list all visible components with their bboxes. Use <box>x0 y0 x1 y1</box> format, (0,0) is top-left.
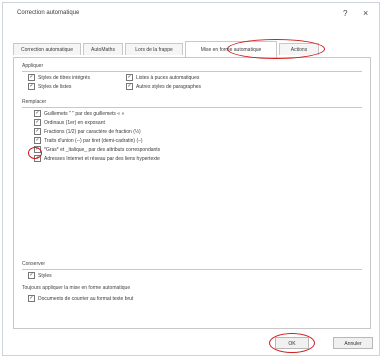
dialog-title: Correction automatique <box>17 10 80 16</box>
help-icon[interactable]: ? <box>343 9 347 18</box>
checkbox-icon: ✓ <box>28 295 35 302</box>
checkbox-label: Documents de courrier au format texte br… <box>38 295 134 302</box>
section-label-remplacer: Remplacer <box>22 99 47 105</box>
checkbox-traits-union[interactable]: ✓ Traits d'union (--) par tiret (demi-ca… <box>34 137 143 144</box>
checkbox-icon: ✓ <box>34 128 41 135</box>
checkbox-label: Traits d'union (--) par tiret (demi-cadr… <box>44 137 143 144</box>
checkbox-styles-listes[interactable]: ✓ Styles de listes <box>28 83 71 90</box>
tab-lors-de-la-frappe[interactable]: Lors de la frappe <box>125 43 183 55</box>
section-label-toujours: Toujours appliquer la mise en forme auto… <box>22 285 131 291</box>
checkbox-label: Fractions (1/2) par caractère de fractio… <box>44 128 141 135</box>
checkbox-listes-puces[interactable]: ✓ Listes à puces automatiques <box>126 74 199 81</box>
checkbox-label: *Gras* et _italique_ par des attributs c… <box>44 146 161 153</box>
tab-correction-automatique[interactable]: Correction automatique <box>13 43 81 55</box>
checkbox-icon: ✓ <box>28 272 35 279</box>
checkbox-autres-styles[interactable]: ✓ Autres styles de paragraphes <box>126 83 201 90</box>
checkbox-icon: ✓ <box>34 119 41 126</box>
tab-highlight-ring <box>227 39 325 59</box>
ok-button[interactable]: OK <box>275 337 309 349</box>
checkbox-guillemets[interactable]: ✓ Guillemets " " par des guillemets « » <box>34 110 124 117</box>
checkbox-highlight-ring <box>28 147 42 159</box>
checkbox-icon: ✓ <box>28 83 35 90</box>
checkbox-label: Autres styles de paragraphes <box>136 83 202 90</box>
section-label-conserver: Conserver <box>22 261 46 267</box>
checkbox-adresses-internet[interactable]: ✓ Adresses Internet et réseau par des li… <box>34 155 160 162</box>
title-bar: Correction automatique ? × <box>3 3 379 25</box>
checkbox-label: Listes à puces automatiques <box>136 74 200 81</box>
divider <box>22 71 362 72</box>
autocorrect-dialog: Correction automatique ? × Correction au… <box>2 2 380 356</box>
tab-automaths[interactable]: AutoMaths <box>83 43 123 55</box>
checkbox-documents-courrier[interactable]: ✓ Documents de courrier au format texte … <box>28 295 133 302</box>
cancel-button[interactable]: Annuler <box>333 337 373 349</box>
checkbox-fractions[interactable]: ✓ Fractions (1/2) par caractère de fract… <box>34 128 141 135</box>
checkbox-label: Styles de listes <box>38 83 72 90</box>
checkbox-icon: ✓ <box>126 83 133 90</box>
checkbox-label: Adresses Internet et réseau par des lien… <box>44 155 160 162</box>
checkbox-label: Guillemets " " par des guillemets « » <box>44 110 125 117</box>
checkbox-icon: ✓ <box>34 110 41 117</box>
close-icon[interactable]: × <box>363 8 368 18</box>
section-label-appliquer: Appliquer <box>22 63 44 69</box>
divider <box>22 269 362 270</box>
checkbox-label: Styles de titres intégrés <box>38 74 90 81</box>
checkbox-label: Ordinaux (1er) en exposant <box>44 119 105 126</box>
checkbox-gras-italique[interactable]: ✓ *Gras* et _italique_ par des attributs… <box>34 146 160 153</box>
checkbox-icon: ✓ <box>126 74 133 81</box>
divider <box>22 107 362 108</box>
checkbox-icon: ✓ <box>34 137 41 144</box>
checkbox-icon: ✓ <box>28 74 35 81</box>
checkbox-ordinaux[interactable]: ✓ Ordinaux (1er) en exposant <box>34 119 105 126</box>
checkbox-styles-titres[interactable]: ✓ Styles de titres intégrés <box>28 74 90 81</box>
tab-panel: Appliquer ✓ Styles de titres intégrés ✓ … <box>13 57 371 329</box>
checkbox-label: Styles <box>38 272 52 279</box>
checkbox-styles-conserver[interactable]: ✓ Styles <box>28 272 52 279</box>
